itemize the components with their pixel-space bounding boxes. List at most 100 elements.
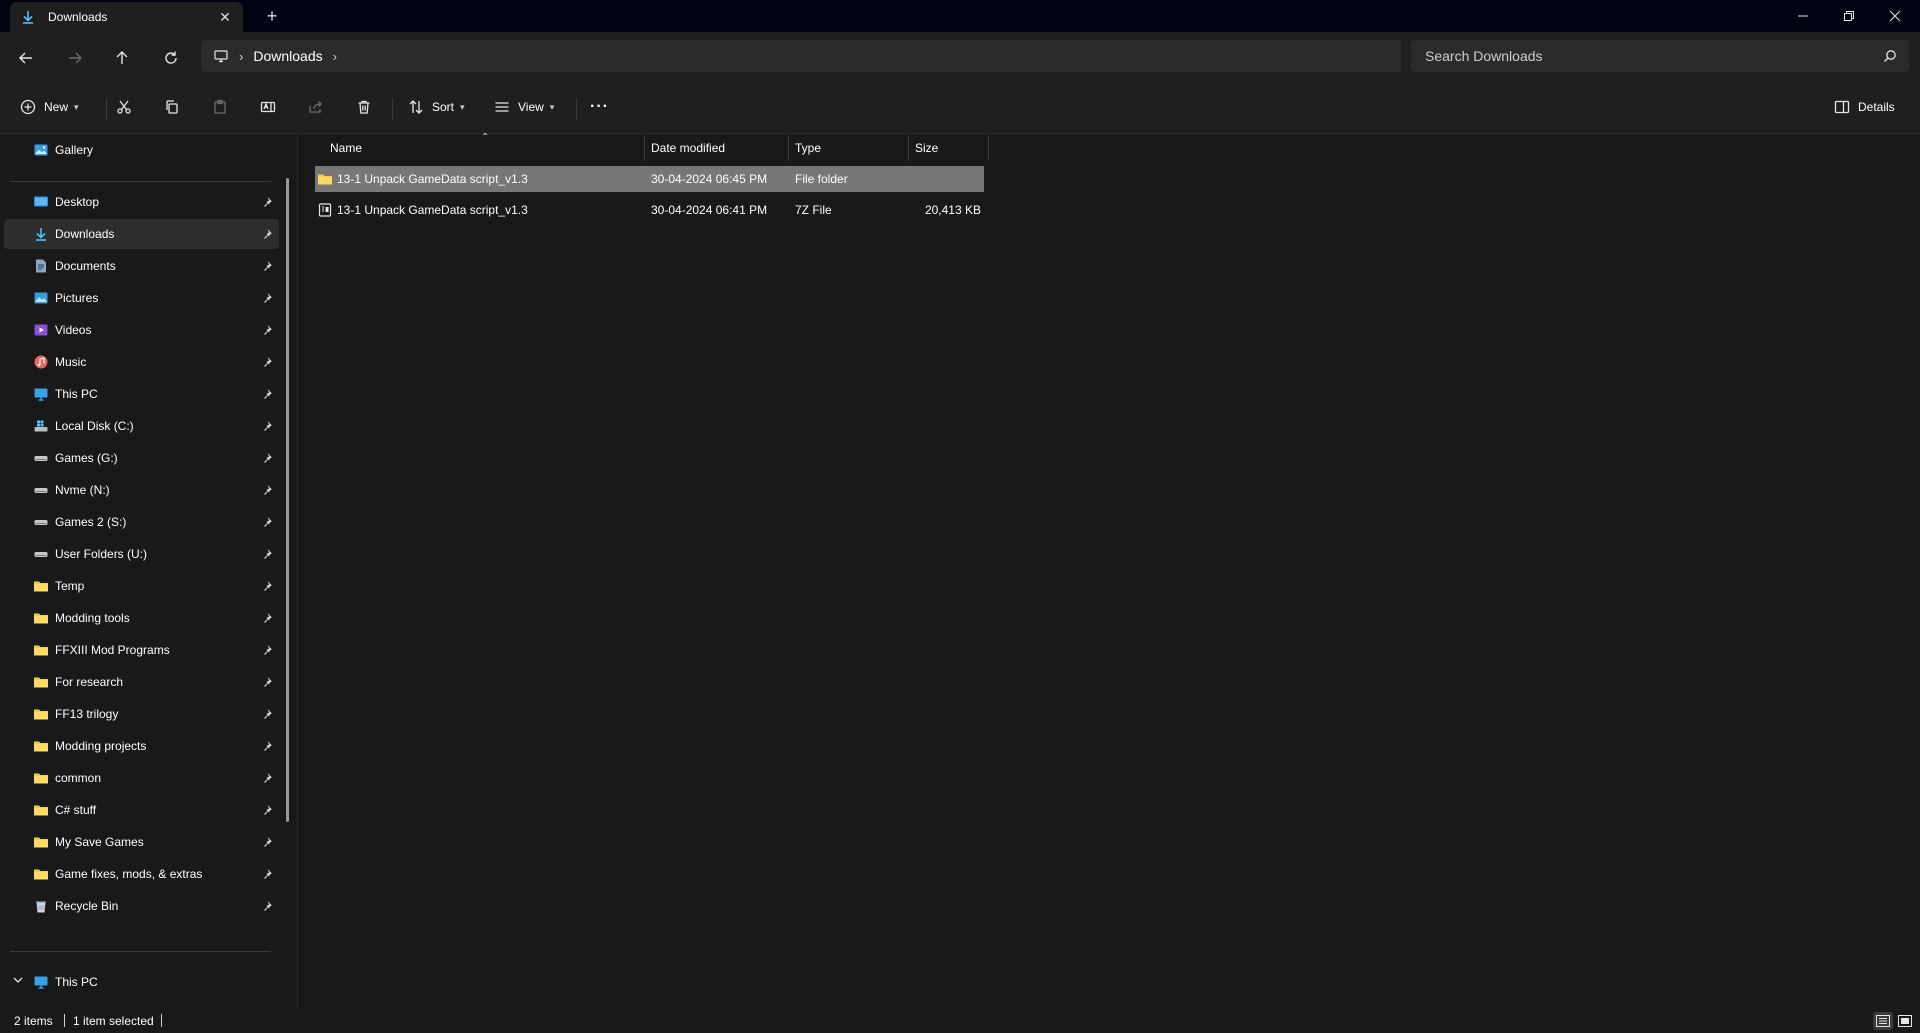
new-tab-button[interactable]: + <box>262 6 282 26</box>
sidebar-item-games-2-s[interactable]: Games 2 (S:) <box>4 507 279 537</box>
sidebar-item-label: Recycle Bin <box>55 899 119 913</box>
refresh-icon <box>165 51 177 64</box>
sidebar-item-modding-projects[interactable]: Modding projects <box>4 731 279 761</box>
sidebar-item-label: Temp <box>55 579 85 593</box>
delete-button[interactable] <box>356 93 372 121</box>
sidebar-item-for-research[interactable]: For research <box>4 667 279 697</box>
sidebar-item-temp[interactable]: Temp <box>4 571 279 601</box>
file-name: 13-1 Unpack GameData script_v1.3 <box>337 172 528 186</box>
paste-button[interactable] <box>212 93 228 121</box>
sidebar-item-label: Modding tools <box>55 611 130 625</box>
folder-icon <box>33 610 49 626</box>
status-divider <box>161 1014 162 1027</box>
sidebar-item-recycle-bin[interactable]: Recycle Bin <box>4 891 279 921</box>
folder-icon <box>317 171 333 187</box>
details-pane-button[interactable]: Details <box>1834 93 1895 121</box>
sidebar-item-c-stuff[interactable]: C# stuff <box>4 795 279 825</box>
sidebar-scrollbar[interactable] <box>286 178 289 822</box>
sidebar-item-downloads[interactable]: Downloads <box>4 219 279 249</box>
scissors-icon <box>117 100 131 114</box>
sidebar-item-label: FF13 trilogy <box>55 707 119 721</box>
chevron-right-icon: › <box>239 48 244 64</box>
sort-icon <box>409 100 423 114</box>
chevron-down-icon: ▾ <box>74 101 79 112</box>
chevron-down-icon[interactable] <box>12 974 24 988</box>
close-tab-icon[interactable]: ✕ <box>217 9 233 25</box>
folder-icon <box>33 706 49 722</box>
sidebar-item-gallery[interactable]: Gallery <box>4 135 279 165</box>
copy-button[interactable] <box>164 93 180 121</box>
pin-icon <box>263 676 275 688</box>
column-separator[interactable] <box>788 135 789 161</box>
refresh-button[interactable] <box>157 44 185 72</box>
sidebar-item-videos[interactable]: Videos <box>4 315 279 345</box>
file-row[interactable]: 13-1 Unpack GameData script_v1.3 30-04-20… <box>315 166 984 192</box>
column-header-date-modified[interactable]: Date modified <box>651 135 725 161</box>
column-separator[interactable] <box>988 135 989 161</box>
sidebar-item-label: Game fixes, mods, & extras <box>55 867 203 881</box>
search-input[interactable]: Search Downloads <box>1425 48 1543 64</box>
sidebar-item-common[interactable]: common <box>4 763 279 793</box>
sidebar-item-local-disk-c[interactable]: Local Disk (C:) <box>4 411 279 441</box>
sidebar-item-games-g[interactable]: Games (G:) <box>4 443 279 473</box>
column-separator[interactable] <box>644 135 645 161</box>
documents-icon <box>33 258 49 274</box>
forward-button[interactable] <box>61 44 89 72</box>
chevron-right-icon[interactable]: › <box>333 49 337 64</box>
minimize-button[interactable] <box>1780 0 1826 32</box>
sidebar-item-nvme-n[interactable]: Nvme (N:) <box>4 475 279 505</box>
column-header-size[interactable]: Size <box>915 135 938 161</box>
sidebar-item-this-pc[interactable]: This PC <box>4 379 279 409</box>
sidebar-item-label: This PC <box>55 387 98 401</box>
share-icon <box>309 101 322 113</box>
more-options-button[interactable]: ··· <box>590 93 609 121</box>
address-bar[interactable]: › Downloads › <box>201 40 1401 72</box>
close-window-button[interactable] <box>1872 0 1918 32</box>
sidebar-item-desktop[interactable]: Desktop <box>4 187 279 217</box>
search-box[interactable]: Search Downloads <box>1411 40 1909 72</box>
sidebar-item-this-pc[interactable]: This PC <box>4 967 279 997</box>
pin-icon <box>263 708 275 720</box>
title-bar: Downloads ✕ + <box>0 0 1920 32</box>
drive-icon <box>33 482 49 498</box>
sidebar-item-ff13-trilogy[interactable]: FF13 trilogy <box>4 699 279 729</box>
new-button[interactable]: New ▾ <box>20 93 79 121</box>
column-separator[interactable] <box>908 135 909 161</box>
column-header-name[interactable]: Name <box>330 135 362 161</box>
sidebar-item-user-folders-u[interactable]: User Folders (U:) <box>4 539 279 569</box>
sidebar-item-music[interactable]: Music <box>4 347 279 377</box>
pin-icon <box>263 580 275 592</box>
details-view-button[interactable] <box>1873 1012 1893 1030</box>
download-icon <box>23 11 33 24</box>
clipboard-icon <box>214 99 226 114</box>
sidebar-item-label: common <box>55 771 102 785</box>
trash-icon <box>358 100 370 114</box>
sidebar-item-pictures[interactable]: Pictures <box>4 283 279 313</box>
share-button[interactable] <box>308 93 324 121</box>
sidebar-item-game-fixes-mods-extras[interactable]: Game fixes, mods, & extras <box>4 859 279 889</box>
sidebar-item-documents[interactable]: Documents <box>4 251 279 281</box>
folder-icon <box>33 642 49 658</box>
sort-label: Sort <box>432 100 455 114</box>
column-header-type[interactable]: Type <box>795 135 821 161</box>
restore-button[interactable] <box>1826 0 1872 32</box>
file-row[interactable]: 13-1 Unpack GameData script_v1.3 30-04-20… <box>315 197 984 223</box>
large-icons-view-button[interactable] <box>1895 1012 1915 1030</box>
sidebar-item-modding-tools[interactable]: Modding tools <box>4 603 279 633</box>
rename-button[interactable] <box>260 93 276 121</box>
file-date-modified: 30-04-2024 06:41 PM <box>651 203 768 217</box>
view-button[interactable]: View ▾ <box>494 93 554 121</box>
breadcrumb-downloads[interactable]: Downloads <box>253 48 322 64</box>
pin-icon <box>263 516 275 528</box>
sidebar-item-my-save-games[interactable]: My Save Games <box>4 827 279 857</box>
command-bar: New ▾ Sort ▾ View ▾ ··· Details <box>0 80 1920 134</box>
sidebar-item-label: Modding projects <box>55 739 147 753</box>
back-button[interactable] <box>12 44 40 72</box>
sort-button[interactable]: Sort ▾ <box>408 93 465 121</box>
tab-downloads[interactable]: Downloads ✕ <box>10 2 243 32</box>
folder-icon <box>33 770 49 786</box>
pictures-icon <box>33 290 49 306</box>
up-button[interactable] <box>108 44 136 72</box>
cut-button[interactable] <box>116 93 132 121</box>
sidebar-item-ffxiii-mod-programs[interactable]: FFXIII Mod Programs <box>4 635 279 665</box>
